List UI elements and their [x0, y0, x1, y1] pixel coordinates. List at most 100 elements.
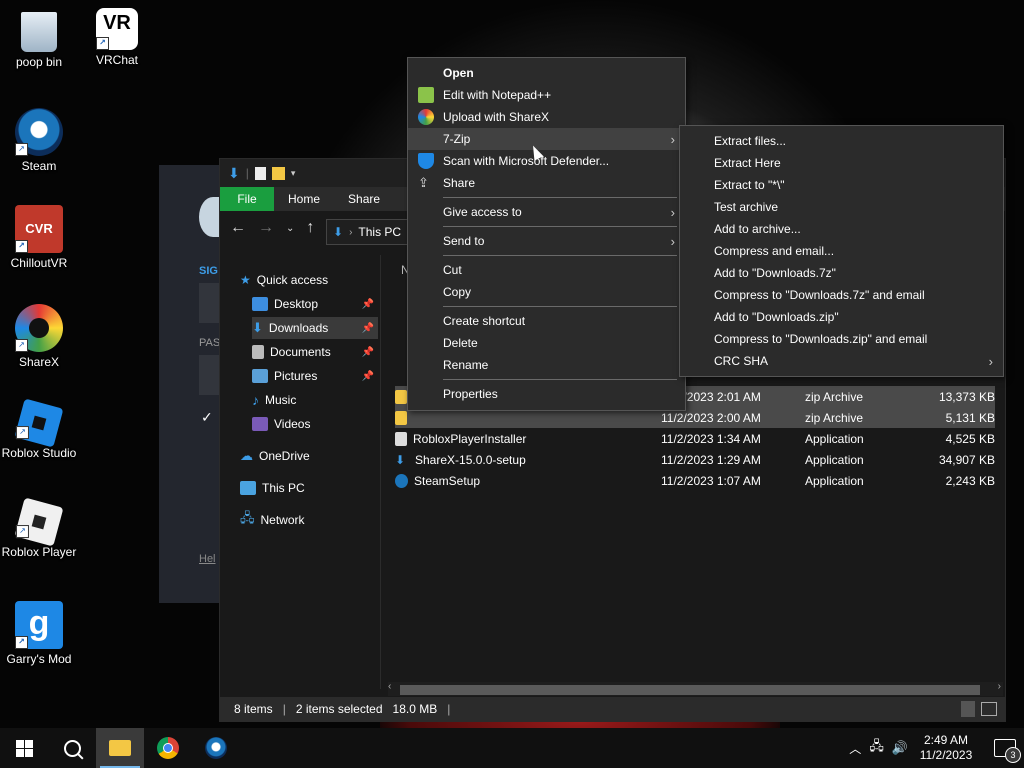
recent-locations-chevron-icon[interactable]: ⌄ [286, 223, 294, 234]
desktop-icon-roblox-player[interactable]: ↗ Roblox Player [0, 497, 78, 559]
file-row[interactable]: SteamSetup 11/2/2023 1:07 AM Application… [395, 470, 995, 491]
notification-center-button[interactable]: 3 [994, 739, 1021, 763]
quick-access-dropdown-icon[interactable]: ▾ [291, 168, 296, 179]
breadcrumb-this-pc[interactable]: This PC [358, 225, 401, 239]
desktop-icon-roblox-studio[interactable]: ↗ Roblox Studio [0, 398, 78, 460]
network-icon[interactable]: 🖧 [869, 737, 884, 759]
sidebar-item-desktop[interactable]: Desktop 📌 [252, 293, 378, 315]
garrys-mod-icon: g ↗ [15, 601, 63, 649]
sidebar-item-videos[interactable]: Videos [252, 413, 378, 435]
new-folder-icon[interactable] [271, 166, 285, 180]
desktop-folder-icon [252, 297, 268, 311]
system-tray: ︿ 🖧 🔊 2:49 AM 11/2/2023 3 [849, 728, 1024, 768]
menu-item-give-access[interactable]: Give access to › [408, 201, 685, 223]
menu-item-share[interactable]: ⇪ Share [408, 172, 685, 194]
menu-item-open[interactable]: Open [408, 62, 685, 84]
submenu-item-crc-sha[interactable]: CRC SHA › [680, 350, 1003, 372]
forward-arrow-icon[interactable]: → [258, 219, 274, 237]
scrollbar-thumb[interactable] [400, 685, 980, 695]
menu-item-create-shortcut[interactable]: Create shortcut [408, 310, 685, 332]
menu-item-delete[interactable]: Delete [408, 332, 685, 354]
steam-icon: ↗ [15, 108, 63, 156]
submenu-item-add-to-archive[interactable]: Add to archive... [680, 218, 1003, 240]
sidebar-item-downloads[interactable]: ⬇ Downloads 📌 [252, 317, 378, 339]
chrome-icon [157, 737, 179, 759]
up-arrow-icon[interactable]: ↑ [306, 219, 314, 237]
sidebar-item-network[interactable]: 🖧 Network [240, 509, 378, 531]
file-size: 2,243 KB [945, 473, 995, 488]
address-bar[interactable]: ⬇ › This PC [326, 219, 414, 245]
large-icons-view-icon[interactable] [981, 702, 997, 716]
sidebar-item-label: Desktop [274, 297, 319, 311]
steam-icon [205, 737, 227, 759]
submenu-item-label: Test archive [714, 200, 779, 214]
desktop-icon-label: ShareX [18, 355, 60, 369]
desktop-icon-vrchat[interactable]: VR ↗ VRChat [78, 8, 156, 67]
tab-share[interactable]: Share [334, 187, 394, 211]
sidebar-item-documents[interactable]: Documents 📌 [252, 341, 378, 363]
submenu-item-extract-here[interactable]: Extract Here [680, 152, 1003, 174]
sidebar-item-this-pc[interactable]: This PC [240, 477, 378, 499]
sidebar-item-label: Quick access [256, 273, 329, 287]
menu-item-cut[interactable]: Cut [408, 259, 685, 281]
menu-item-copy[interactable]: Copy [408, 281, 685, 303]
scroll-left-icon[interactable]: ‹ [388, 681, 391, 692]
file-row[interactable]: RobloxPlayerInstaller 11/2/2023 1:34 AM … [395, 428, 995, 449]
taskbar-chrome[interactable] [144, 728, 192, 768]
chilloutvr-glyph: CVR [25, 221, 53, 236]
sidebar-item-quick-access[interactable]: ★ Quick access [240, 269, 378, 291]
desktop-icon-steam[interactable]: ↗ Steam [0, 108, 78, 173]
sidebar-item-label: Music [265, 393, 297, 407]
chevron-up-icon[interactable]: ︿ [849, 740, 861, 757]
menu-item-rename[interactable]: Rename [408, 354, 685, 376]
clock[interactable]: 2:49 AM 11/2/2023 [916, 733, 976, 763]
submenu-item-test-archive[interactable]: Test archive [680, 196, 1003, 218]
horizontal-scrollbar[interactable]: ‹ › [388, 681, 1003, 696]
taskbar-steam[interactable] [192, 728, 240, 768]
desktop-icon-label: Roblox Studio [1, 446, 77, 460]
submenu-item-add-zip[interactable]: Add to "Downloads.zip" [680, 306, 1003, 328]
shortcut-arrow-icon: ↗ [15, 339, 28, 352]
file-date: 11/2/2023 2:00 AM [661, 410, 761, 425]
properties-icon[interactable] [254, 166, 266, 180]
taskbar-file-explorer[interactable] [96, 728, 144, 768]
steam-help-link[interactable]: Hel [199, 553, 216, 565]
file-date: 11/2/2023 1:07 AM [661, 473, 761, 488]
desktop-icon-sharex[interactable]: ↗ ShareX [0, 304, 78, 369]
scroll-right-icon[interactable]: › [998, 681, 1001, 692]
submenu-item-compress-7z-email[interactable]: Compress to "Downloads.7z" and email [680, 284, 1003, 306]
desktop-icon-chilloutvr[interactable]: CVR ↗ ChilloutVR [0, 205, 78, 270]
desktop-icon-garrys-mod[interactable]: g ↗ Garry's Mod [0, 601, 78, 666]
tab-file[interactable]: File [220, 187, 274, 211]
sidebar-item-onedrive[interactable]: ☁ OneDrive [240, 445, 378, 467]
submenu-item-extract-files[interactable]: Extract files... [680, 130, 1003, 152]
submenu-item-compress-email[interactable]: Compress and email... [680, 240, 1003, 262]
roblox-player-icon: ↗ [14, 497, 64, 547]
start-button[interactable] [0, 728, 48, 768]
sidebar-item-pictures[interactable]: Pictures 📌 [252, 365, 378, 387]
tab-home[interactable]: Home [274, 187, 334, 211]
submenu-item-compress-zip-email[interactable]: Compress to "Downloads.zip" and email [680, 328, 1003, 350]
details-view-icon[interactable] [961, 701, 975, 717]
status-separator: | [282, 702, 286, 716]
windows-logo-icon [15, 739, 33, 757]
desktop-icon-recycle-bin[interactable]: poop bin [0, 8, 78, 69]
menu-item-edit-notepadpp[interactable]: Edit with Notepad++ [408, 84, 685, 106]
search-button[interactable] [48, 728, 96, 768]
menu-item-upload-sharex[interactable]: Upload with ShareX [408, 106, 685, 128]
menu-item-7zip[interactable]: 7-Zip › [408, 128, 685, 150]
back-arrow-icon[interactable]: ← [230, 219, 246, 237]
file-row[interactable]: ⬇ ShareX-15.0.0-setup 11/2/2023 1:29 AM A… [395, 449, 995, 470]
menu-item-send-to[interactable]: Send to › [408, 230, 685, 252]
notepadpp-icon [418, 87, 434, 103]
file-size: 34,907 KB [938, 452, 995, 467]
steam-remember-checkbox[interactable]: ✓ [201, 409, 213, 426]
sidebar-item-music[interactable]: ♪ Music [252, 389, 378, 411]
volume-icon[interactable]: 🔊 [892, 740, 908, 756]
selection-count: 2 items selected [295, 702, 383, 716]
submenu-item-add-7z[interactable]: Add to "Downloads.7z" [680, 262, 1003, 284]
menu-item-properties[interactable]: Properties [408, 383, 685, 405]
menu-item-scan-defender[interactable]: Scan with Microsoft Defender... [408, 150, 685, 172]
submenu-item-extract-to[interactable]: Extract to "*\" [680, 174, 1003, 196]
desktop-icon-label: Roblox Player [1, 545, 77, 559]
